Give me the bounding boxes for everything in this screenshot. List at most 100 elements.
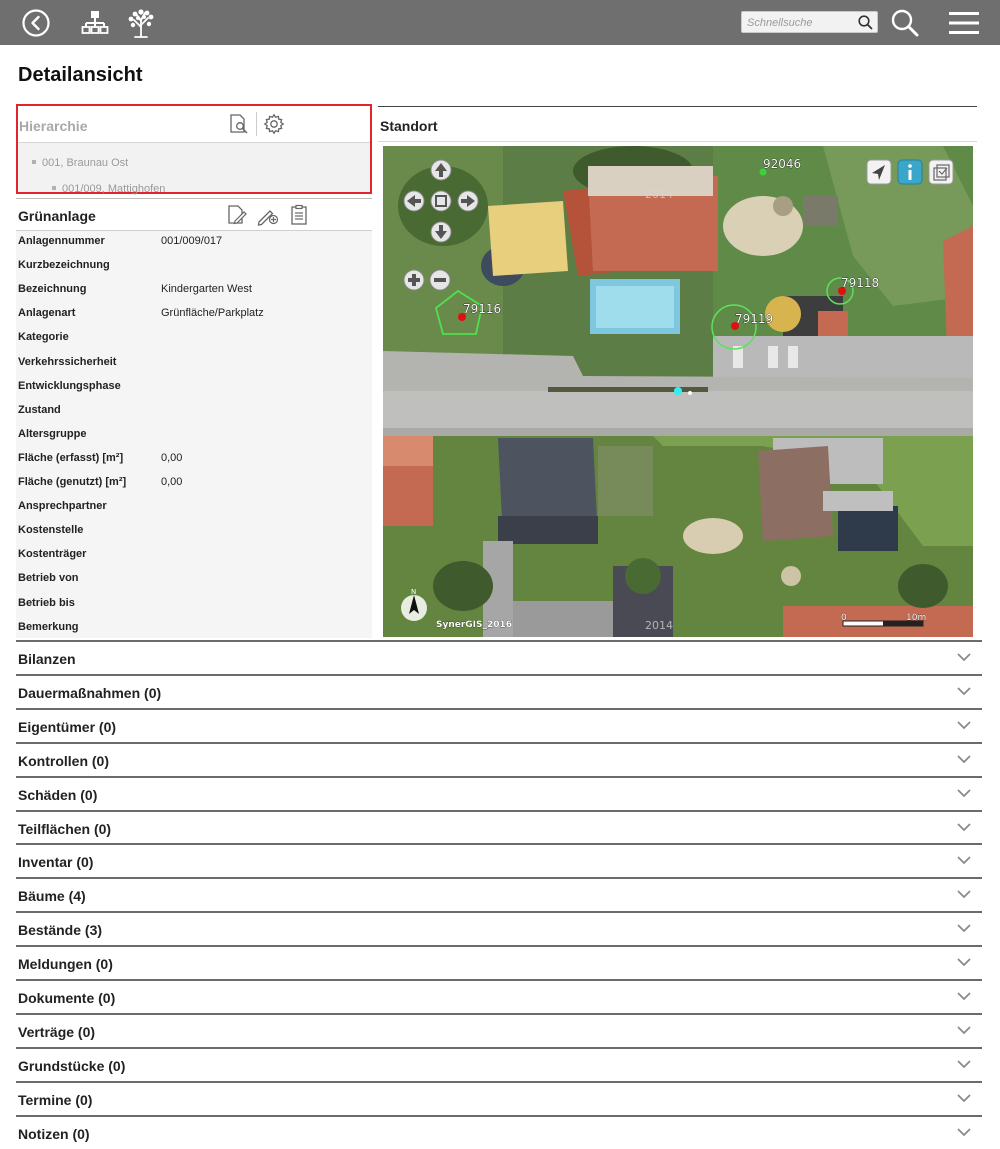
section-title: Meldungen (0) (18, 956, 113, 973)
svg-text:10m: 10m (906, 613, 926, 623)
pan-left-button[interactable] (403, 190, 425, 212)
attribute-label: Fläche (genutzt) [m²] (18, 476, 127, 488)
photo-year-label: 2014 (645, 188, 673, 201)
quick-search-input[interactable] (747, 14, 855, 31)
section-header[interactable]: Notizen (0) (16, 1114, 982, 1149)
section-header[interactable]: Termine (0) (16, 1080, 982, 1115)
attribute-label: Entwicklungsphase (18, 379, 121, 392)
photo-year-label: 2014 (645, 619, 673, 632)
bullet-icon (52, 186, 56, 191)
hierarchy-item-label: 001, Braunau Ost (42, 157, 129, 169)
chevron-down-icon (957, 721, 971, 730)
edit-document-button[interactable] (225, 203, 249, 227)
gear-icon (263, 113, 285, 135)
clipboard-icon (291, 204, 307, 225)
hierarchy-button[interactable] (78, 6, 112, 40)
pan-up-button[interactable] (430, 159, 452, 181)
pan-right-button[interactable] (457, 190, 479, 212)
info-button[interactable] (897, 159, 923, 185)
pan-down-button[interactable] (430, 221, 452, 243)
marker-label: 92046 (763, 157, 801, 171)
aerial-photo: 92046 79118 79116 79119 2014 2014 N Syne… (383, 146, 973, 637)
hierarchy-item-label: 001/009, Mattighofen (62, 183, 166, 195)
section-title: Bäume (4) (18, 888, 86, 905)
advanced-search-button[interactable] (888, 6, 922, 40)
attribute-label: Betrieb von (18, 572, 79, 585)
zoom-extent-button[interactable] (430, 190, 452, 212)
section-title: Bilanzen (18, 651, 76, 667)
attribute-value: Grünfläche/Parkplatz (161, 307, 264, 320)
section-title: Notizen (0) (18, 1125, 90, 1142)
attribute-label: Anlagennummer (18, 235, 105, 247)
hierarchy-settings-button[interactable] (262, 112, 286, 136)
zoom-out-button[interactable] (429, 269, 451, 291)
chevron-down-icon (957, 653, 971, 662)
chevron-down-icon (957, 890, 971, 899)
top-bar (0, 0, 1000, 45)
attribute-label: Kostenstelle (18, 524, 84, 537)
section-header[interactable]: Grundstücke (0) (16, 1046, 982, 1081)
section-header[interactable]: Meldungen (0) (16, 945, 982, 979)
section-header[interactable]: Schäden (0) (16, 775, 982, 810)
section-title: Kontrollen (0) (18, 752, 109, 769)
section-header[interactable]: Bilanzen (16, 640, 982, 674)
standort-header: Standort (378, 106, 977, 142)
hierarchy-header: Hierarchie (18, 106, 370, 143)
chevron-down-icon (957, 1094, 971, 1102)
hierarchy-item[interactable]: 001/009, Mattighofen (52, 183, 165, 195)
tree-button[interactable] (124, 6, 158, 40)
section-header[interactable]: Bäume (4) (16, 877, 982, 911)
hierarchy-search-button[interactable] (227, 112, 251, 136)
search-icon[interactable] (857, 14, 874, 31)
back-arrow-icon (22, 9, 50, 37)
attribute-value: 0,00 (161, 451, 183, 464)
location-map[interactable]: 92046 79118 79116 79119 2014 2014 N Syne… (383, 146, 973, 637)
section-header[interactable]: Inventar (0) (16, 843, 982, 877)
attribute-label: Bemerkung (18, 620, 79, 633)
hierarchy-item[interactable]: 001, Braunau Ost (32, 157, 128, 169)
section-header[interactable]: Verträge (0) (16, 1012, 982, 1047)
chevron-down-icon (957, 822, 971, 831)
attribute-label: Fläche (erfasst) [m²] (18, 451, 124, 464)
quick-search (741, 11, 878, 33)
chevron-down-icon (957, 1060, 971, 1069)
section-header[interactable]: Dokumente (0) (16, 979, 982, 1013)
map-copyright: SynerGIS_2016 (436, 620, 512, 630)
attribute-label: Anlagenart (18, 307, 76, 320)
zoom-in-button[interactable] (403, 269, 425, 291)
section-header[interactable]: Dauermaßnahmen (0) (16, 673, 982, 708)
section-title: Eigentümer (0) (18, 718, 117, 735)
divider (256, 112, 257, 136)
menu-button[interactable] (947, 6, 981, 40)
hierarchy-panel: Hierarchie 001, Braunau Ost 001/009, Mat… (16, 104, 372, 195)
section-header[interactable]: Kontrollen (0) (16, 741, 982, 776)
section-header[interactable]: Eigentümer (0) (16, 707, 982, 742)
attribute-value: Kindergarten West (161, 283, 252, 296)
attribute-label: Betrieb bis (18, 596, 75, 609)
chevron-down-icon (957, 958, 971, 967)
back-button[interactable] (19, 6, 53, 40)
clipboard-button[interactable] (287, 203, 311, 227)
add-edit-button[interactable] (256, 203, 280, 227)
gruenanlage-header: Grünanlage (16, 198, 372, 231)
svg-text:N: N (411, 588, 416, 596)
chevron-down-icon (957, 687, 971, 696)
magnifier-icon (891, 9, 919, 37)
section-title: Bestände (3) (18, 922, 103, 939)
chevron-down-icon (957, 1127, 971, 1136)
section-title: Termine (0) (18, 1091, 93, 1108)
section-title: Grundstücke (0) (18, 1057, 126, 1074)
gruenanlage-attributes: Anlagennummer 001/009/017 Kurzbezeichnung B… (16, 231, 372, 638)
page-title: Detailansicht (18, 64, 143, 86)
tree-icon (128, 9, 154, 38)
section-header[interactable]: Bestände (3) (16, 911, 982, 945)
document-search-icon (230, 114, 248, 134)
section-header[interactable]: Teilflächen (0) (16, 809, 982, 844)
section-title: Dauermaßnahmen (0) (18, 684, 162, 701)
locate-button[interactable] (866, 159, 892, 185)
attribute-label: Bezeichnung (18, 283, 87, 296)
hierarchy-tree: 001, Braunau Ost 001/009, Mattighofen (18, 143, 370, 195)
section-title: Dokumente (0) (18, 990, 116, 1006)
layers-button[interactable] (928, 159, 954, 185)
chevron-down-icon (957, 856, 971, 865)
